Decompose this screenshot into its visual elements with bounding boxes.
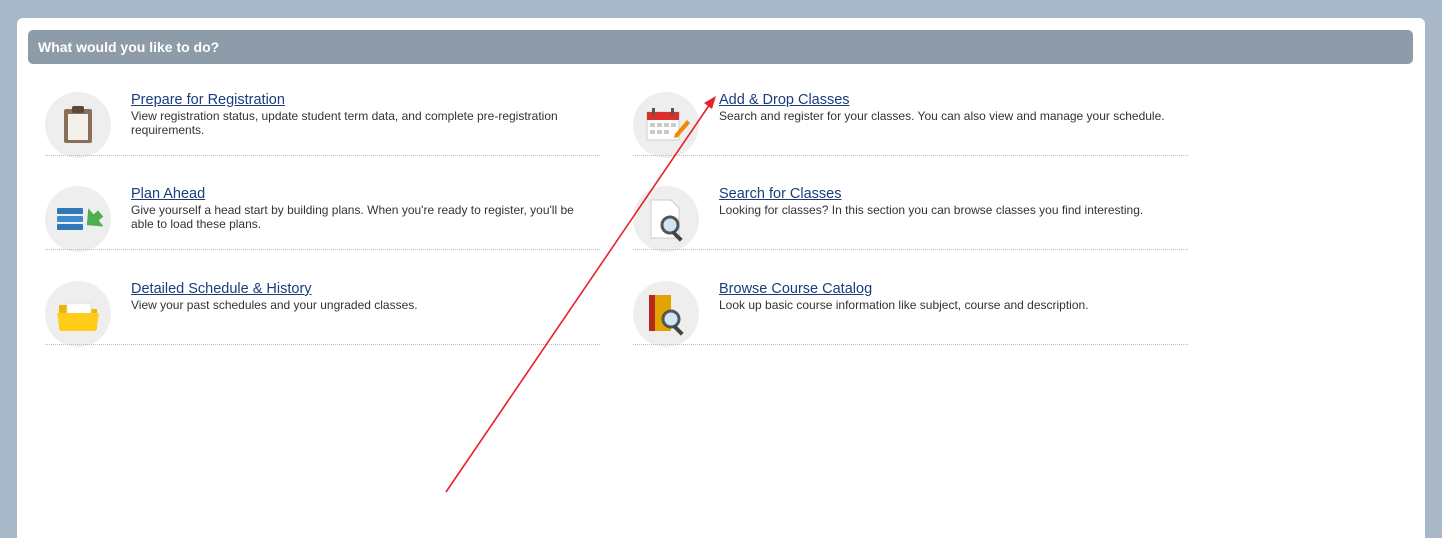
divider	[45, 155, 600, 156]
plan-ahead-description: Give yourself a head start by building p…	[131, 203, 574, 231]
search-classes-description: Looking for classes? In this section you…	[719, 203, 1144, 217]
browse-catalog-link[interactable]: Browse Course Catalog	[719, 281, 872, 297]
menu-item-prepare-registration: Prepare for Registration View registrati…	[45, 92, 600, 158]
divider	[45, 344, 600, 345]
plan-ahead-link[interactable]: Plan Ahead	[131, 186, 205, 202]
detailed-schedule-link[interactable]: Detailed Schedule & History	[131, 281, 312, 297]
detailed-schedule-description: View your past schedules and your ungrad…	[131, 298, 418, 312]
prepare-registration-description: View registration status, update student…	[131, 109, 558, 137]
calendar-edit-icon	[633, 92, 699, 158]
menu-item-detailed-schedule: Detailed Schedule & History View your pa…	[45, 281, 600, 347]
menu-item-search-classes: Search for Classes Looking for classes? …	[633, 186, 1188, 252]
plan-list-icon	[45, 186, 111, 252]
clipboard-icon	[45, 92, 111, 158]
add-drop-classes-link[interactable]: Add & Drop Classes	[719, 92, 850, 108]
divider	[633, 344, 1188, 345]
menu-item-plan-ahead: Plan Ahead Give yourself a head start by…	[45, 186, 600, 252]
menu-item-browse-catalog: Browse Course Catalog Look up basic cour…	[633, 281, 1188, 347]
panel-header: What would you like to do?	[28, 30, 1413, 64]
browse-catalog-description: Look up basic course information like su…	[719, 298, 1089, 312]
book-search-icon	[633, 281, 699, 347]
divider	[633, 155, 1188, 156]
divider	[633, 249, 1188, 250]
folder-icon	[45, 281, 111, 347]
menu-item-add-drop-classes: Add & Drop Classes Search and register f…	[633, 92, 1188, 158]
divider	[45, 249, 600, 250]
prepare-registration-link[interactable]: Prepare for Registration	[131, 92, 285, 108]
add-drop-classes-description: Search and register for your classes. Yo…	[719, 109, 1165, 123]
search-classes-link[interactable]: Search for Classes	[719, 186, 842, 202]
document-search-icon	[633, 186, 699, 252]
